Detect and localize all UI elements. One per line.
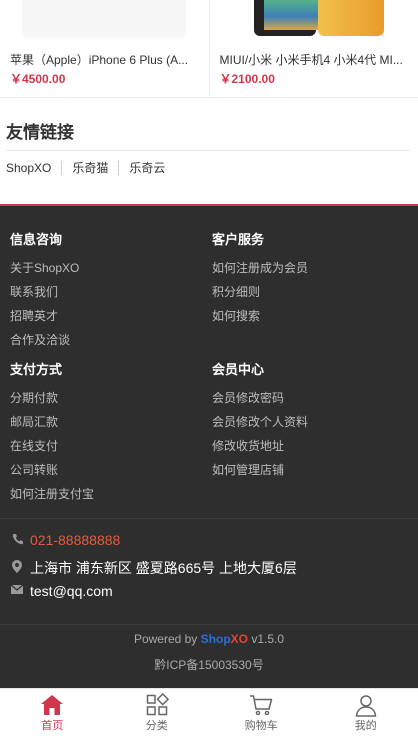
product-image[interactable]: [22, 0, 186, 38]
friend-link[interactable]: 乐奇猫: [61, 161, 118, 175]
contact-address-text: 上海市 浦东新区 盛夏路665号 上地大厦6层: [30, 560, 297, 576]
tab-cart[interactable]: 购物车: [209, 689, 314, 736]
tab-profile[interactable]: 我的: [314, 689, 418, 736]
footer-link[interactable]: 分期付款: [10, 386, 200, 410]
product-title[interactable]: MIUI/小米 小米手机4 小米4代 MI...: [220, 51, 410, 68]
footer-link[interactable]: 公司转账: [10, 458, 200, 482]
divider: [6, 150, 410, 151]
footer-link[interactable]: 修改收货地址: [212, 434, 402, 458]
footer-link[interactable]: 会员修改个人资料: [212, 410, 402, 434]
location-icon: [10, 560, 24, 576]
contact-phone[interactable]: 021-88888888: [10, 532, 120, 548]
cart-icon: [250, 695, 273, 716]
footer-link[interactable]: 在线支付: [10, 434, 200, 458]
footer-column-title: 客户服务: [212, 232, 265, 247]
phone-front-image: [253, 0, 318, 36]
footer-link[interactable]: 联系我们: [10, 280, 200, 304]
contact-address: 上海市 浦东新区 盛夏路665号 上地大厦6层: [10, 558, 297, 578]
footer-link[interactable]: 合作及洽谈: [10, 328, 200, 352]
product-price: ￥2100.00: [219, 72, 275, 86]
footer-link[interactable]: 积分细则: [212, 280, 402, 304]
friend-link[interactable]: 乐奇云: [118, 161, 175, 175]
product-card[interactable]: MIUI/小米 小米手机4 小米4代 MI... ￥2100.00: [208, 0, 418, 97]
mail-icon: [10, 584, 24, 597]
footer-link[interactable]: 如何管理店铺: [212, 458, 402, 482]
page: 苹果（Apple）iPhone 6 Plus (A... ￥4500.00 MI…: [0, 0, 418, 736]
footer-column-title: 会员中心: [212, 362, 265, 377]
powered-by: Powered by ShopXO v1.5.0: [0, 632, 418, 646]
footer-link[interactable]: 如何搜索: [212, 304, 402, 328]
contact-email-text: test@qq.com: [30, 583, 113, 599]
tab-home[interactable]: 首页: [0, 689, 105, 736]
footer-link[interactable]: 招聘英才: [10, 304, 200, 328]
powered-by-prefix: Powered by: [133, 632, 198, 646]
contact-phone-text: 021-88888888: [30, 532, 121, 548]
tab-category[interactable]: 分类: [105, 689, 210, 736]
footer-column-info: 信息咨询 关于ShopXO 联系我们 招聘英才 合作及洽谈: [10, 232, 200, 352]
tab-label: 我的: [354, 720, 377, 732]
tab-label: 分类: [145, 720, 168, 732]
friend-link[interactable]: ShopXO: [6, 161, 61, 175]
brand-shop[interactable]: Shop: [201, 632, 231, 646]
bottom-tab-bar: 首页 分类 购物车 我的: [0, 688, 418, 736]
phone-icon: [10, 533, 24, 548]
icp-record[interactable]: 黔ICP备15003530号: [0, 656, 418, 673]
product-price: ￥4500.00: [10, 72, 66, 86]
home-icon: [41, 695, 64, 715]
friend-links: ShopXO 乐奇猫 乐奇云: [6, 161, 412, 175]
category-icon: [146, 693, 169, 716]
version: v1.5.0: [251, 632, 285, 646]
footer-link[interactable]: 如何注册成为会员: [212, 256, 402, 280]
divider: [0, 624, 418, 625]
product-title[interactable]: 苹果（Apple）iPhone 6 Plus (A...: [10, 51, 200, 68]
brand-xo[interactable]: XO: [231, 632, 248, 646]
friend-links-section: 友情链接 ShopXO 乐奇猫 乐奇云: [0, 108, 418, 204]
footer-column-title: 支付方式: [10, 362, 63, 377]
friend-links-heading: 友情链接: [6, 123, 74, 142]
tab-label: 首页: [41, 720, 64, 732]
footer-column-member: 会员中心 会员修改密码 会员修改个人资料 修改收货地址 如何管理店铺: [212, 362, 402, 482]
phone-back-image: [317, 0, 384, 36]
contact-email[interactable]: test@qq.com: [10, 583, 113, 599]
user-icon: [355, 695, 377, 717]
product-image[interactable]: [247, 0, 384, 38]
footer-link[interactable]: 邮局汇款: [10, 410, 200, 434]
footer-column-title: 信息咨询: [10, 232, 63, 247]
footer-link[interactable]: 会员修改密码: [212, 386, 402, 410]
footer-column-payment: 支付方式 分期付款 邮局汇款 在线支付 公司转账 如何注册支付宝: [10, 362, 200, 506]
footer-column-service: 客户服务 如何注册成为会员 积分细则 如何搜索: [212, 232, 402, 328]
product-card[interactable]: 苹果（Apple）iPhone 6 Plus (A... ￥4500.00: [0, 0, 209, 97]
product-list: 苹果（Apple）iPhone 6 Plus (A... ￥4500.00 MI…: [0, 0, 418, 98]
divider: [0, 518, 418, 519]
footer-link[interactable]: 关于ShopXO: [10, 256, 200, 280]
site-footer: 信息咨询 关于ShopXO 联系我们 招聘英才 合作及洽谈 客户服务 如何注册成…: [0, 204, 418, 688]
tab-label: 购物车: [244, 720, 278, 732]
footer-link[interactable]: 如何注册支付宝: [10, 482, 200, 506]
